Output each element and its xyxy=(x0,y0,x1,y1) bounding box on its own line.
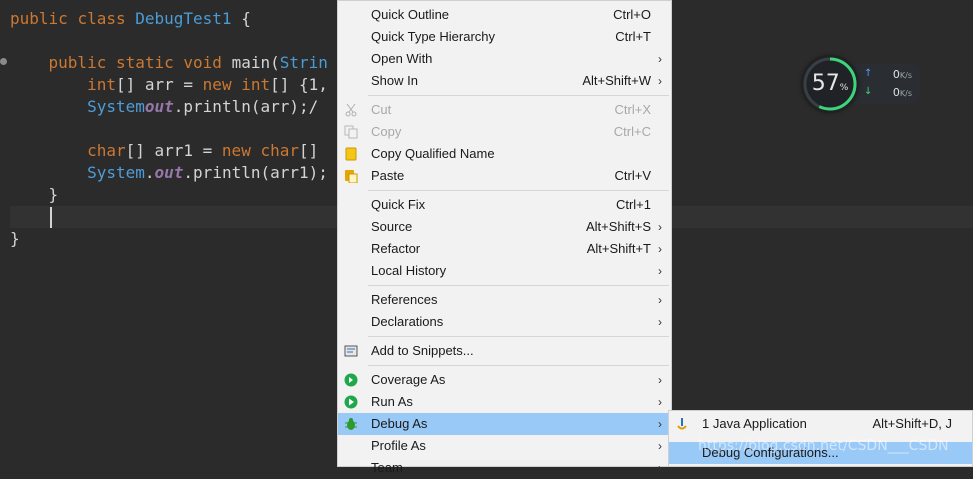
usage-gauge: 57% xyxy=(802,56,858,112)
run-icon xyxy=(344,395,358,409)
menu-separator xyxy=(368,95,669,96)
text-caret xyxy=(50,207,52,228)
coverage-icon xyxy=(344,373,358,387)
snippet-icon xyxy=(344,345,358,357)
menu-item-declarations[interactable]: Declarations › xyxy=(338,311,671,333)
chevron-right-icon: › xyxy=(658,395,662,409)
code-line: public static void main(Strin xyxy=(48,53,328,72)
menu-separator xyxy=(368,336,669,337)
menu-item-profile-as[interactable]: Profile As › xyxy=(338,435,671,457)
menu-item-add-to-snippets[interactable]: Add to Snippets... xyxy=(338,340,671,362)
chevron-right-icon: › xyxy=(658,264,662,278)
upload-arrow-icon: ↑ xyxy=(864,68,873,79)
menu-item-refactor[interactable]: Refactor Alt+Shift+T › xyxy=(338,238,671,260)
code-line: int[] arr = new int[] {1, xyxy=(87,75,328,94)
submenu-item-java-application[interactable]: 1 Java Application Alt+Shift+D, J xyxy=(669,413,972,435)
network-speed-widget: ↑ 0K/s ↓ 0K/s 57% xyxy=(802,56,920,112)
menu-item-coverage-as[interactable]: Coverage As › xyxy=(338,369,671,391)
context-menu: Quick Outline Ctrl+O Quick Type Hierarchy… xyxy=(337,0,672,475)
menu-item-open-with[interactable]: Open With › xyxy=(338,48,671,70)
menu-item-debug-as[interactable]: Debug As › xyxy=(338,413,671,435)
download-arrow-icon: ↓ xyxy=(864,86,873,97)
rates-panel: ↑ 0K/s ↓ 0K/s xyxy=(854,64,920,104)
chevron-right-icon: › xyxy=(658,461,662,475)
chevron-right-icon: › xyxy=(658,373,662,387)
menu-item-paste[interactable]: Paste Ctrl+V xyxy=(338,165,671,187)
menu-item-quick-type-hierarchy[interactable]: Quick Type Hierarchy Ctrl+T xyxy=(338,26,671,48)
paste-icon xyxy=(345,170,358,183)
menu-item-quick-fix[interactable]: Quick Fix Ctrl+1 xyxy=(338,194,671,216)
menu-item-copy-qualified-name[interactable]: Copy Qualified Name xyxy=(338,143,671,165)
java-application-icon xyxy=(677,418,687,430)
watermark: https://blog.csdn.net/CSDN___CSDN xyxy=(698,438,949,454)
upload-rate: ↑ 0K/s xyxy=(864,68,912,81)
menu-separator xyxy=(368,285,669,286)
menu-item-show-in[interactable]: Show In Alt+Shift+W › xyxy=(338,70,671,92)
menu-separator xyxy=(368,190,669,191)
code-line: System.out.println(arr1); xyxy=(87,163,328,182)
menu-item-run-as[interactable]: Run As › xyxy=(338,391,671,413)
chevron-right-icon: › xyxy=(658,74,662,88)
menu-item-quick-outline[interactable]: Quick Outline Ctrl+O xyxy=(338,4,671,26)
code-line: char[] arr1 = new char[] xyxy=(87,141,328,160)
scissors-icon xyxy=(345,103,357,117)
chevron-right-icon: › xyxy=(658,439,662,453)
code-line: } xyxy=(48,185,59,204)
usage-percent: 57% xyxy=(811,71,849,96)
code-line: public class DebugTest1 { xyxy=(10,9,251,28)
chevron-right-icon: › xyxy=(658,242,662,256)
menu-item-cut[interactable]: Cut Ctrl+X xyxy=(338,99,671,121)
chevron-right-icon: › xyxy=(658,417,662,431)
chevron-right-icon: › xyxy=(658,315,662,329)
menu-item-team[interactable]: Team › xyxy=(338,457,671,479)
fold-marker-icon[interactable] xyxy=(0,58,7,65)
copy-icon xyxy=(344,125,358,139)
chevron-right-icon: › xyxy=(658,293,662,307)
menu-item-local-history[interactable]: Local History › xyxy=(338,260,671,282)
debug-bug-icon xyxy=(345,418,357,430)
chevron-right-icon: › xyxy=(658,220,662,234)
chevron-right-icon: › xyxy=(658,52,662,66)
code-line: Systemout.println(arr);/ xyxy=(87,97,319,116)
menu-separator xyxy=(368,365,669,366)
code-line: } xyxy=(10,229,20,248)
clipboard-icon xyxy=(345,147,357,161)
menu-item-copy[interactable]: Copy Ctrl+C xyxy=(338,121,671,143)
menu-item-source[interactable]: Source Alt+Shift+S › xyxy=(338,216,671,238)
menu-item-references[interactable]: References › xyxy=(338,289,671,311)
download-rate: ↓ 0K/s xyxy=(864,86,912,99)
